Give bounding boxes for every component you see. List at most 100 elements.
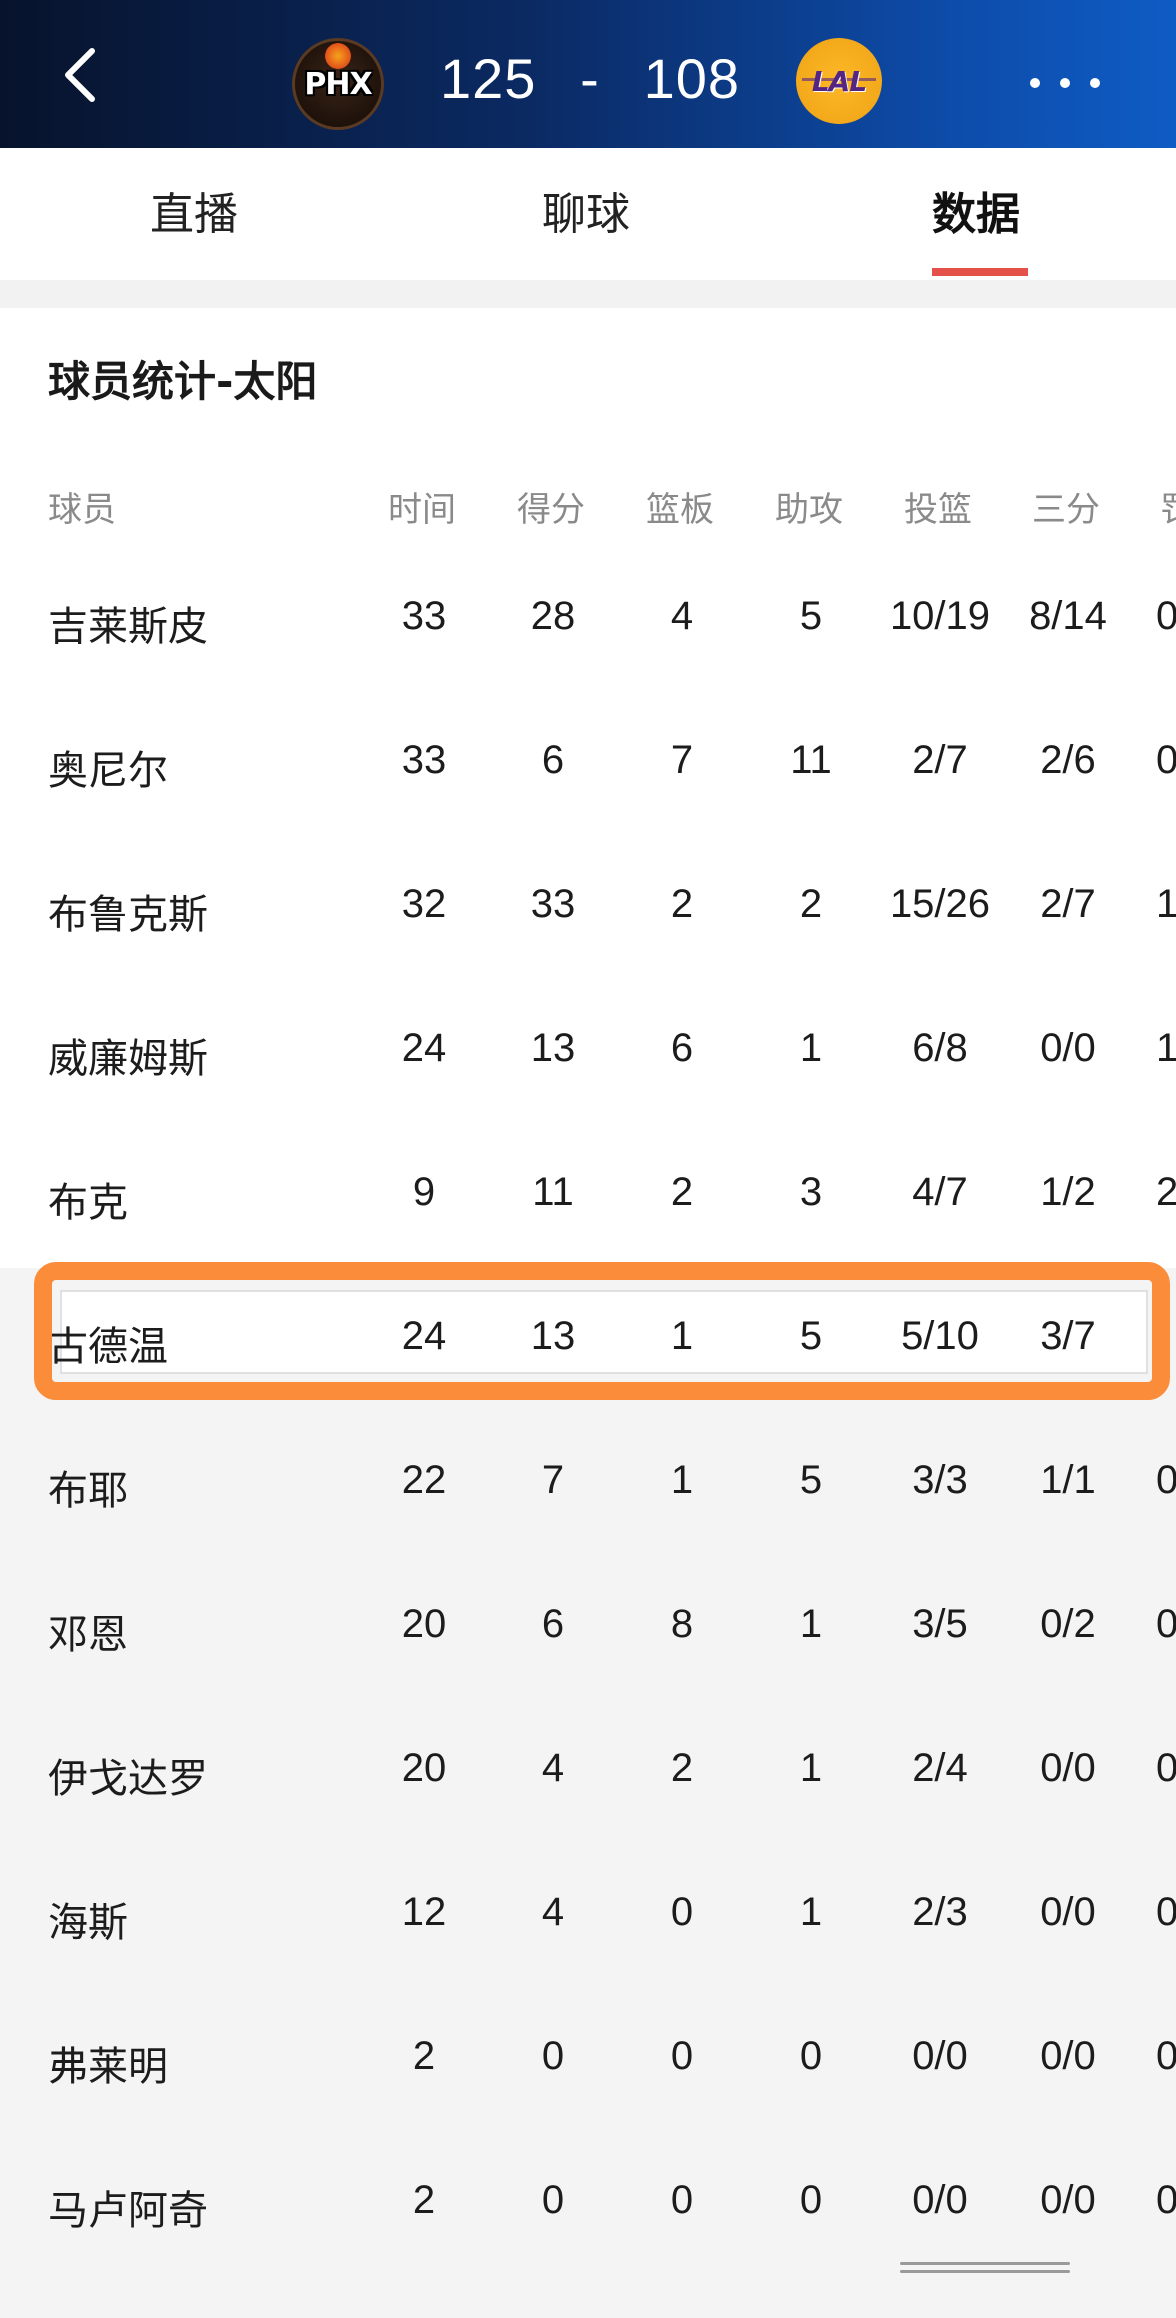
stat-3p: 0/0 bbox=[1040, 1026, 1096, 1070]
dot bbox=[1090, 78, 1100, 88]
away-team-logo[interactable]: LAL bbox=[796, 38, 882, 124]
stat-points: 6 bbox=[541, 1602, 565, 1646]
stat-points: 11 bbox=[532, 1170, 574, 1214]
stat-points: 13 bbox=[530, 1314, 576, 1358]
stat-3p: 0/0 bbox=[1040, 1746, 1096, 1790]
col-header-3p[interactable]: 三分 bbox=[1032, 482, 1100, 531]
table-row[interactable]: 威廉姆斯 24 13 6 1 6/8 0/0 1 bbox=[0, 976, 1176, 1120]
stat-rebounds: 1 bbox=[670, 1314, 694, 1358]
table-row[interactable]: 伊戈达罗 20 4 2 1 2/4 0/0 0 bbox=[0, 1696, 1176, 1840]
stat-time: 24 bbox=[401, 1314, 447, 1358]
player-name[interactable]: 布克 bbox=[48, 1170, 128, 1228]
tab-chat[interactable]: 聊球 bbox=[542, 178, 630, 240]
stat-points: 0 bbox=[541, 2034, 565, 2078]
table-row[interactable]: 布鲁克斯 32 33 2 2 15/26 2/7 1 bbox=[0, 832, 1176, 976]
stat-ft: 0 bbox=[1156, 1746, 1176, 1790]
player-name[interactable]: 古德温 bbox=[48, 1314, 168, 1372]
dot bbox=[1030, 78, 1040, 88]
col-header-player: 球员 bbox=[48, 490, 116, 530]
suns-sun-icon bbox=[325, 43, 351, 69]
stat-assists: 0 bbox=[799, 2178, 823, 2222]
stat-rebounds: 6 bbox=[670, 1026, 694, 1070]
stat-fg: 3/5 bbox=[912, 1602, 968, 1646]
player-name[interactable]: 邓恩 bbox=[48, 1602, 128, 1660]
stat-rebounds: 0 bbox=[670, 2178, 694, 2222]
col-header-assists[interactable]: 助攻 bbox=[775, 482, 843, 531]
stat-rebounds: 4 bbox=[670, 594, 694, 638]
player-name[interactable]: 吉莱斯皮 bbox=[48, 594, 208, 652]
player-name[interactable]: 马卢阿奇 bbox=[48, 2178, 208, 2236]
stat-time: 24 bbox=[401, 1026, 447, 1070]
stat-3p: 2/7 bbox=[1040, 882, 1096, 926]
stat-points: 4 bbox=[541, 1746, 565, 1790]
score-header: PHX 125 - 108 LAL bbox=[0, 0, 1176, 148]
table-row[interactable]: 古德温 24 13 1 5 5/10 3/7 bbox=[0, 1264, 1176, 1408]
dot bbox=[1060, 78, 1070, 88]
player-name[interactable]: 奥尼尔 bbox=[48, 738, 168, 796]
indicator-line bbox=[900, 2262, 1070, 2265]
stat-assists: 5 bbox=[799, 594, 823, 638]
col-header-time[interactable]: 时间 bbox=[388, 482, 456, 531]
score-separator: - bbox=[580, 46, 600, 110]
table-row[interactable]: 吉莱斯皮 33 28 4 5 10/19 8/14 0 bbox=[0, 544, 1176, 688]
away-team-abbr: LAL bbox=[811, 64, 867, 98]
stat-time: 20 bbox=[401, 1746, 447, 1790]
stat-points: 0 bbox=[541, 2178, 565, 2222]
stat-ft: 0 bbox=[1156, 594, 1176, 638]
stat-ft: 0 bbox=[1156, 1602, 1176, 1646]
stat-rebounds: 0 bbox=[670, 2034, 694, 2078]
player-name[interactable]: 布耶 bbox=[48, 1458, 128, 1516]
player-name[interactable]: 弗莱明 bbox=[48, 2034, 168, 2092]
tab-data[interactable]: 数据 bbox=[932, 178, 1020, 240]
stat-time: 9 bbox=[412, 1170, 436, 1214]
indicator-line bbox=[900, 2270, 1070, 2273]
table-header: 球员 时间 得分 篮板 助攻 投篮 三分 罚 bbox=[0, 470, 1176, 534]
tab-live[interactable]: 直播 bbox=[150, 178, 238, 240]
stat-ft: 1 bbox=[1156, 882, 1176, 926]
stat-fg: 0/0 bbox=[912, 2034, 968, 2078]
table-row[interactable]: 马卢阿奇 2 0 0 0 0/0 0/0 0 bbox=[0, 2128, 1176, 2272]
stat-3p: 0/0 bbox=[1040, 1890, 1096, 1934]
home-team-logo[interactable]: PHX bbox=[292, 38, 384, 130]
table-row[interactable]: 奥尼尔 33 6 7 11 2/7 2/6 0 bbox=[0, 688, 1176, 832]
stat-time: 2 bbox=[412, 2178, 436, 2222]
home-score: 125 bbox=[440, 46, 537, 110]
player-name[interactable]: 海斯 bbox=[48, 1890, 128, 1948]
stat-time: 32 bbox=[401, 882, 447, 926]
home-team-abbr: PHX bbox=[304, 66, 372, 102]
table-row[interactable]: 布耶 22 7 1 5 3/3 1/1 0 bbox=[0, 1408, 1176, 1552]
player-name[interactable]: 布鲁克斯 bbox=[48, 882, 208, 940]
stat-3p: 1/2 bbox=[1040, 1170, 1096, 1214]
scoreboard: 125 - 108 bbox=[440, 38, 740, 118]
stat-time: 33 bbox=[401, 738, 447, 782]
stat-3p: 8/14 bbox=[1029, 594, 1107, 638]
col-header-fg[interactable]: 投篮 bbox=[904, 482, 972, 531]
stat-points: 28 bbox=[530, 594, 576, 638]
stat-ft: 0 bbox=[1156, 2178, 1176, 2222]
stat-assists: 5 bbox=[799, 1314, 823, 1358]
stat-3p: 0/0 bbox=[1040, 2178, 1096, 2222]
stat-fg: 2/3 bbox=[912, 1890, 968, 1934]
table-row[interactable]: 海斯 12 4 0 1 2/3 0/0 0 bbox=[0, 1840, 1176, 1984]
player-name[interactable]: 伊戈达罗 bbox=[48, 1746, 208, 1804]
stat-assists: 1 bbox=[799, 1026, 823, 1070]
tab-bar: 直播 聊球 数据 bbox=[0, 148, 1176, 280]
col-header-points[interactable]: 得分 bbox=[517, 482, 585, 531]
back-arrow-icon bbox=[65, 48, 95, 102]
stat-3p: 1/1 bbox=[1040, 1458, 1096, 1502]
table-row[interactable]: 邓恩 20 6 8 1 3/5 0/2 0 bbox=[0, 1552, 1176, 1696]
stat-assists: 0 bbox=[799, 2034, 823, 2078]
col-header-ft[interactable]: 罚 bbox=[1160, 482, 1176, 531]
active-tab-indicator bbox=[932, 268, 1028, 276]
stat-assists: 11 bbox=[790, 738, 832, 782]
back-button[interactable] bbox=[50, 40, 110, 110]
table-row[interactable]: 布克 9 11 2 3 4/7 1/2 2 bbox=[0, 1120, 1176, 1264]
stat-assists: 3 bbox=[799, 1170, 823, 1214]
stat-fg: 15/26 bbox=[889, 882, 991, 926]
col-header-rebounds[interactable]: 篮板 bbox=[646, 482, 714, 531]
more-dots-icon[interactable] bbox=[1030, 58, 1100, 108]
stat-time: 33 bbox=[401, 594, 447, 638]
table-row[interactable]: 弗莱明 2 0 0 0 0/0 0/0 0 bbox=[0, 1984, 1176, 2128]
player-name[interactable]: 威廉姆斯 bbox=[48, 1026, 208, 1084]
stat-fg: 4/7 bbox=[912, 1170, 968, 1214]
